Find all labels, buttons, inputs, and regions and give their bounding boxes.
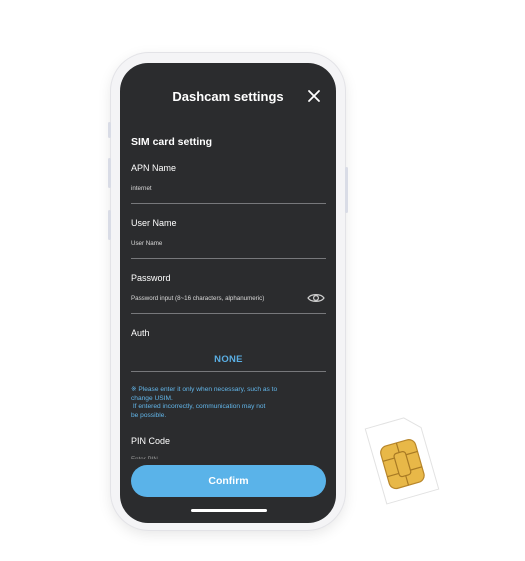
pin-code-label: PIN Code — [131, 436, 171, 446]
apn-name-input[interactable]: internet — [131, 185, 152, 192]
usim-note: ※ Please enter it only when necessary, s… — [131, 386, 313, 420]
note-line: ※ Please enter it only when necessary, s… — [131, 386, 278, 393]
settings-screen: Dashcam settings SIM card setting APN Na… — [120, 63, 336, 523]
divider — [131, 313, 326, 314]
password-input[interactable]: Password input (8~16 characters, alphanu… — [131, 295, 264, 302]
note-line: If entered incorrectly, communication ma… — [131, 403, 266, 411]
user-name-input[interactable]: User Name — [131, 240, 162, 247]
password-label: Password — [131, 273, 171, 283]
phone-side-button-volume-up — [108, 158, 111, 188]
phone-side-button-silent — [108, 122, 111, 138]
pin-code-input[interactable]: Enter PIN — [131, 456, 158, 459]
close-icon[interactable] — [306, 88, 322, 104]
divider — [131, 371, 326, 372]
user-name-label: User Name — [131, 218, 177, 228]
divider — [131, 258, 326, 259]
apn-name-label: APN Name — [131, 163, 177, 173]
divider — [131, 203, 326, 204]
page-title: Dashcam settings — [172, 89, 284, 104]
section-title: SIM card setting — [131, 136, 213, 148]
note-line: be possible. — [131, 411, 167, 419]
eye-icon[interactable] — [307, 291, 325, 303]
phone-side-button-power — [345, 167, 348, 213]
phone-side-button-volume-down — [108, 210, 111, 240]
note-line: change USIM. — [131, 394, 173, 402]
auth-select[interactable]: NONE — [131, 354, 326, 365]
confirm-button[interactable]: Confirm — [131, 465, 326, 497]
home-indicator — [191, 509, 267, 512]
auth-label: Auth — [131, 328, 150, 338]
sim-card-icon — [357, 406, 447, 512]
